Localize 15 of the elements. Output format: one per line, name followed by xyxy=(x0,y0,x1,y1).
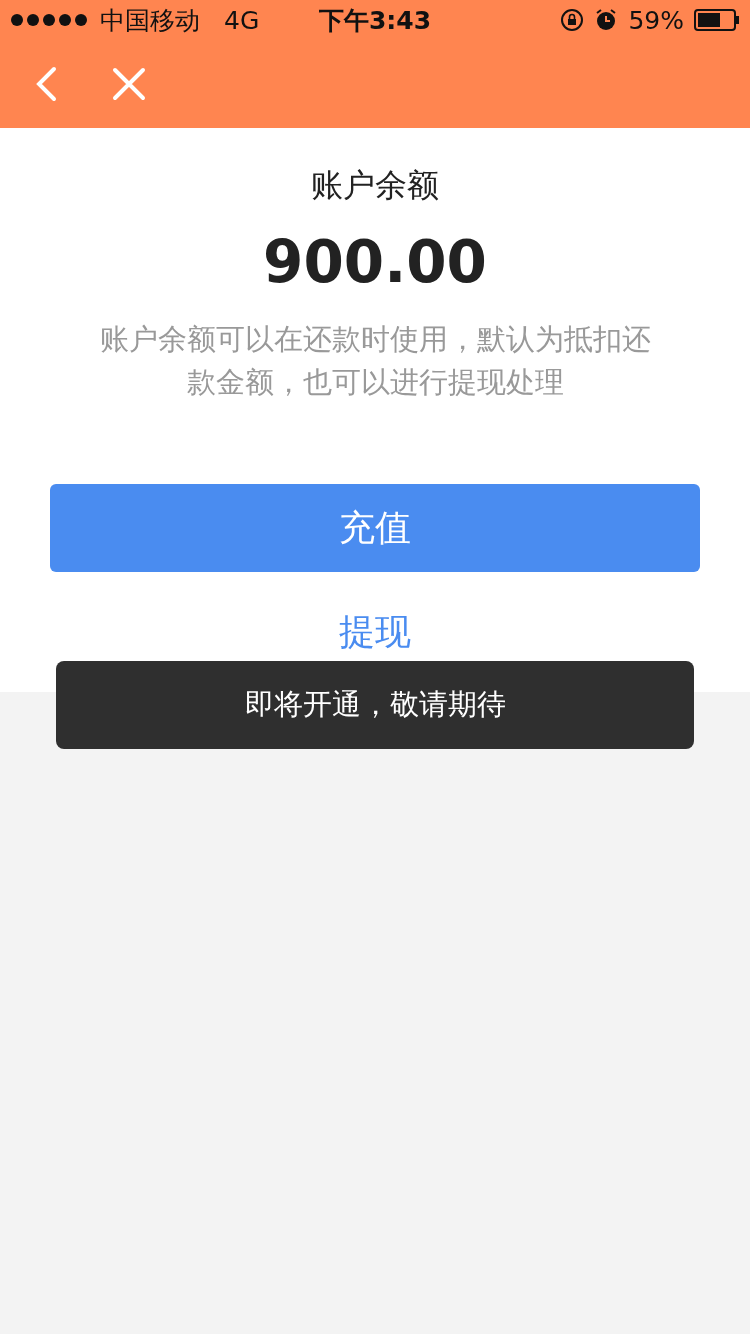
battery-icon xyxy=(694,9,740,31)
recharge-button[interactable]: 充值 xyxy=(50,484,700,572)
battery-percent: 59% xyxy=(628,5,684,35)
status-time: 下午3:43 xyxy=(318,4,432,37)
rotation-lock-icon xyxy=(560,8,585,32)
close-icon[interactable] xyxy=(112,67,146,101)
back-icon[interactable] xyxy=(34,66,58,102)
balance-amount: 900.00 xyxy=(263,228,487,296)
signal-icon xyxy=(10,13,90,27)
carrier-name: 中国移动 xyxy=(100,4,200,37)
toast-message: 即将开通，敬请期待 xyxy=(56,661,694,749)
network-type: 4G xyxy=(224,5,260,35)
balance-title: 账户余额 xyxy=(311,165,439,206)
balance-description: 账户余额可以在还款时使用，默认为抵扣还款金额，也可以进行提现处理 xyxy=(98,321,652,401)
withdraw-link[interactable]: 提现 xyxy=(331,604,419,661)
